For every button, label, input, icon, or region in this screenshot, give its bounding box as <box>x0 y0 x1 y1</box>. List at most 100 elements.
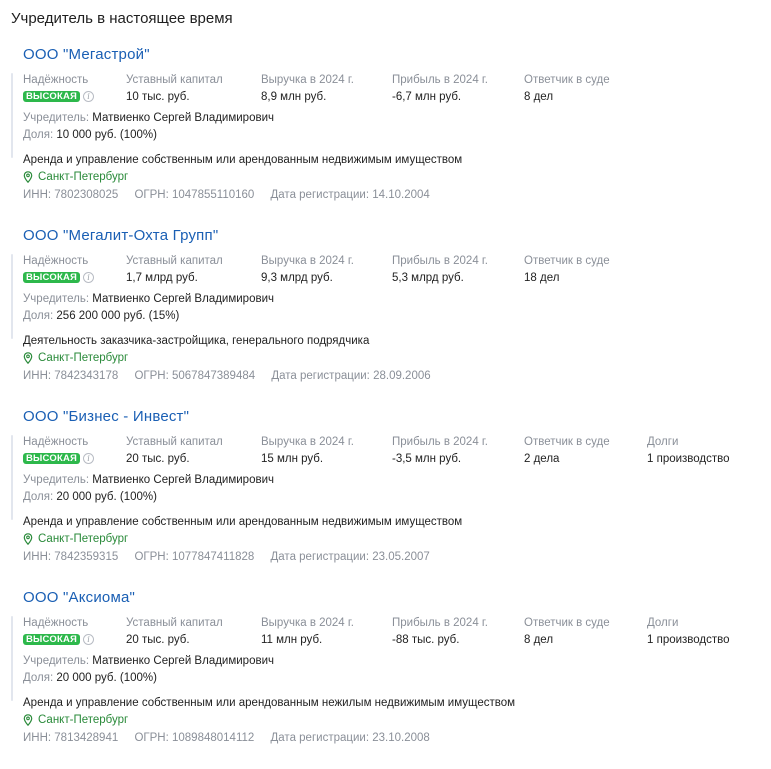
company-name-link[interactable]: ООО "Мегастрой" <box>23 46 150 63</box>
identifiers-line: ИНН: 7842343178 ОГРН: 5067847389484 Дата… <box>23 370 444 382</box>
reliability-badge: ВЫСОКАЯ <box>23 453 81 465</box>
location-pin-icon <box>23 352 33 364</box>
metric-value: 1 производство <box>647 634 730 646</box>
company-name-link[interactable]: ООО "Бизнес - Инвест" <box>23 408 189 425</box>
metric-label: Надёжность <box>23 255 89 267</box>
section-title: Учредитель в настоящее время <box>11 10 233 27</box>
share-label: Доля: <box>23 310 54 322</box>
metric-reliability: Надёжность ВЫСОКАЯ i <box>23 616 95 648</box>
founder-name: Матвиенко Сергей Владимирович <box>92 112 274 124</box>
company-name-link[interactable]: ООО "Аксиома" <box>23 589 135 606</box>
metric-label: Выручка в 2024 г. <box>261 255 354 267</box>
metric-capital: Уставный капитал 10 тыс. руб. <box>126 73 223 105</box>
metric-revenue: Выручка в 2024 г. 11 млн руб. <box>261 616 354 648</box>
metric-value: 18 дел <box>524 272 560 284</box>
metric-value: 8 дел <box>524 634 554 646</box>
metric-label: Выручка в 2024 г. <box>261 436 354 448</box>
metric-label: Уставный капитал <box>126 255 223 267</box>
metric-label: Выручка в 2024 г. <box>261 617 354 629</box>
card-divider <box>11 435 13 520</box>
metric-defendant: Ответчик в суде 18 дел <box>524 254 610 286</box>
metric-defendant: Ответчик в суде 8 дел <box>524 73 610 105</box>
metric-label: Выручка в 2024 г. <box>261 74 354 86</box>
activity-text: Аренда и управление собственным или арен… <box>23 154 463 166</box>
metric-defendant: Ответчик в суде 2 дела <box>524 435 610 467</box>
ogrn: ОГРН: 1047855110160 <box>134 189 255 201</box>
reliability-badge: ВЫСОКАЯ <box>23 91 81 103</box>
metric-label: Надёжность <box>23 617 89 629</box>
metric-revenue: Выручка в 2024 г. 15 млн руб. <box>261 435 354 467</box>
founder-label: Учредитель: <box>23 655 90 667</box>
share-line: Доля: 20 000 руб. (100%) <box>23 491 157 503</box>
metric-value: -6,7 млн руб. <box>392 91 462 103</box>
metric-value: 8 дел <box>524 91 554 103</box>
metric-label: Ответчик в суде <box>524 74 610 86</box>
founder-line: Учредитель: Матвиенко Сергей Владимирови… <box>23 655 274 667</box>
metrics-row: Надёжность ВЫСОКАЯ i Уставный капитал 1,7… <box>23 254 761 288</box>
activity-text: Аренда и управление собственным или арен… <box>23 697 516 709</box>
metric-debts: Долги 1 производство <box>647 435 730 467</box>
metric-value: 15 млн руб. <box>261 453 324 465</box>
metric-label: Ответчик в суде <box>524 255 610 267</box>
company-name-link[interactable]: ООО "Мегалит-Охта Групп" <box>23 227 218 244</box>
metric-capital: Уставный капитал 20 тыс. руб. <box>126 616 223 648</box>
registration-date: Дата регистрации: 14.10.2004 <box>270 189 430 201</box>
metric-label: Прибыль в 2024 г. <box>392 436 488 448</box>
share-label: Доля: <box>23 129 54 141</box>
share-line: Доля: 256 200 000 руб. (15%) <box>23 310 179 322</box>
founder-line: Учредитель: Матвиенко Сергей Владимирови… <box>23 112 274 124</box>
location-text: Санкт-Петербург <box>38 714 129 726</box>
metrics-row: Надёжность ВЫСОКАЯ i Уставный капитал 20 … <box>23 435 761 469</box>
metric-label: Прибыль в 2024 г. <box>392 74 488 86</box>
founder-label: Учредитель: <box>23 112 90 124</box>
metric-label: Ответчик в суде <box>524 617 610 629</box>
identifiers-line: ИНН: 7813428941 ОГРН: 1089848014112 Дата… <box>23 732 443 744</box>
metric-value: 11 млн руб. <box>261 634 323 646</box>
metric-label: Надёжность <box>23 436 89 448</box>
card-divider <box>11 616 13 701</box>
activity-text: Аренда и управление собственным или арен… <box>23 516 463 528</box>
founder-line: Учредитель: Матвиенко Сергей Владимирови… <box>23 474 274 486</box>
share-value: 20 000 руб. (100%) <box>56 672 157 684</box>
metric-debts: Долги 1 производство <box>647 616 730 648</box>
metric-value: -88 тыс. руб. <box>392 634 460 646</box>
inn: ИНН: 7813428941 <box>23 732 119 744</box>
metric-value: 20 тыс. руб. <box>126 453 190 465</box>
info-icon[interactable]: i <box>83 453 95 465</box>
metric-value: 5,3 млрд руб. <box>392 272 464 284</box>
metrics-row: Надёжность ВЫСОКАЯ i Уставный капитал 10 … <box>23 73 761 107</box>
info-icon[interactable]: i <box>83 91 95 103</box>
metric-label: Уставный капитал <box>126 436 223 448</box>
info-icon[interactable]: i <box>83 272 95 284</box>
metric-reliability: Надёжность ВЫСОКАЯ i <box>23 73 95 105</box>
location-text: Санкт-Петербург <box>38 352 129 364</box>
share-line: Доля: 20 000 руб. (100%) <box>23 672 157 684</box>
founder-label: Учредитель: <box>23 293 90 305</box>
share-value: 10 000 руб. (100%) <box>56 129 157 141</box>
metric-revenue: Выручка в 2024 г. 8,9 млн руб. <box>261 73 354 105</box>
location: Санкт-Петербург <box>23 714 128 726</box>
metric-profit: Прибыль в 2024 г. -88 тыс. руб. <box>392 616 488 648</box>
metric-value: 2 дела <box>524 453 560 465</box>
metric-label: Долги <box>647 617 679 629</box>
location-pin-icon <box>23 171 33 183</box>
founder-name: Матвиенко Сергей Владимирович <box>92 474 274 486</box>
founder-line: Учредитель: Матвиенко Сергей Владимирови… <box>23 293 274 305</box>
metric-profit: Прибыль в 2024 г. -6,7 млн руб. <box>392 73 488 105</box>
metric-reliability: Надёжность ВЫСОКАЯ i <box>23 435 95 467</box>
location: Санкт-Петербург <box>23 352 128 364</box>
metric-defendant: Ответчик в суде 8 дел <box>524 616 610 648</box>
registration-date: Дата регистрации: 23.05.2007 <box>270 551 430 563</box>
founder-label: Учредитель: <box>23 474 90 486</box>
metric-reliability: Надёжность ВЫСОКАЯ i <box>23 254 95 286</box>
inn: ИНН: 7842343178 <box>23 370 119 382</box>
share-label: Доля: <box>23 491 54 503</box>
metric-revenue: Выручка в 2024 г. 9,3 млрд руб. <box>261 254 354 286</box>
metric-value: -3,5 млн руб. <box>392 453 462 465</box>
share-line: Доля: 10 000 руб. (100%) <box>23 129 157 141</box>
metric-value: 20 тыс. руб. <box>126 634 190 646</box>
location-text: Санкт-Петербург <box>38 533 129 545</box>
metric-value: 10 тыс. руб. <box>126 91 190 103</box>
info-icon[interactable]: i <box>83 634 95 646</box>
metric-profit: Прибыль в 2024 г. -3,5 млн руб. <box>392 435 488 467</box>
